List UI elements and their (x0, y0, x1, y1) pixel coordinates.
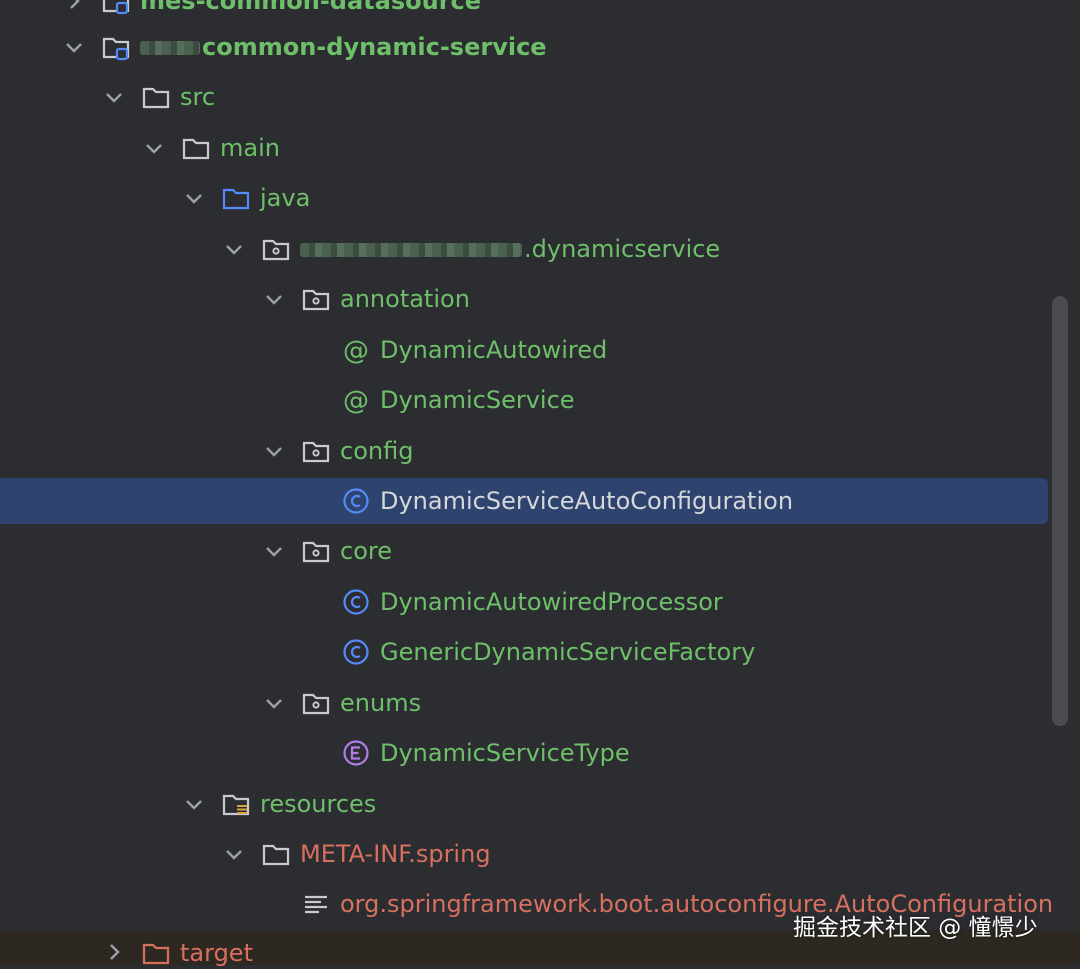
watermark: 掘金技术社区 @ 憧憬少 (793, 915, 1038, 941)
tree-label: main (220, 134, 280, 162)
tree-row-annotation[interactable]: annotation (0, 276, 1048, 322)
chevron-down-icon[interactable] (102, 85, 126, 109)
chevron-down-icon[interactable] (262, 439, 286, 463)
tree-label: annotation (340, 285, 470, 313)
module-folder-icon (102, 0, 130, 15)
chevron-down-icon[interactable] (262, 539, 286, 563)
class-icon (342, 638, 370, 666)
folder-icon (262, 840, 290, 868)
tree-label: DynamicAutowiredProcessor (380, 588, 723, 616)
tree-row-enums[interactable]: enums (0, 680, 1048, 726)
chevron-down-icon[interactable] (222, 237, 246, 261)
text-file-icon (302, 890, 330, 918)
tree-row-dynamic-service[interactable]: @ DynamicService (0, 377, 1048, 423)
chevron-down-icon[interactable] (222, 842, 246, 866)
tree-label: enums (340, 689, 422, 717)
module-folder-icon (102, 33, 130, 61)
package-icon (262, 235, 290, 263)
folder-icon (182, 134, 210, 162)
tree-row-core[interactable]: core (0, 528, 1048, 574)
svg-text:@: @ (343, 336, 369, 364)
tree-row-main[interactable]: main (0, 125, 1048, 171)
tree-row-src[interactable]: src (0, 74, 1048, 120)
tree-row-top-module[interactable]: mes-common-datasource (0, 0, 1048, 24)
chevron-down-icon[interactable] (62, 35, 86, 59)
tree-label: DynamicServiceType (380, 739, 630, 767)
chevron-down-icon[interactable] (262, 691, 286, 715)
annotation-icon: @ (342, 386, 370, 414)
chevron-down-icon[interactable] (182, 792, 206, 816)
package-icon (302, 437, 330, 465)
tree-row-java[interactable]: java (0, 175, 1048, 221)
chevron-right-icon[interactable] (102, 940, 126, 964)
class-icon (342, 487, 370, 515)
tree-row-config[interactable]: config (0, 428, 1048, 474)
tree-row-resources[interactable]: resources (0, 781, 1048, 827)
tree-row-package[interactable]: .dynamicservice (0, 226, 1048, 272)
tree-row-service-type[interactable]: DynamicServiceType (0, 730, 1048, 776)
package-icon (302, 537, 330, 565)
tree-label: target (180, 939, 253, 967)
tree-row-processor[interactable]: DynamicAutowiredProcessor (0, 579, 1048, 625)
tree-label: mes-common-datasource (140, 0, 482, 15)
chevron-down-icon[interactable] (182, 186, 206, 210)
excluded-folder-icon (142, 939, 170, 967)
package-icon (302, 689, 330, 717)
tree-label: .dynamicservice (300, 233, 720, 265)
tree-row-factory[interactable]: GenericDynamicServiceFactory (0, 629, 1048, 675)
svg-text:@: @ (343, 386, 369, 414)
tree-label: DynamicService (380, 386, 575, 414)
tree-label: resources (260, 790, 377, 818)
tree-label: DynamicAutowired (380, 336, 608, 364)
tree-label: DynamicServiceAutoConfiguration (380, 487, 794, 515)
tree-row-dynamic-autowired[interactable]: @ DynamicAutowired (0, 327, 1048, 373)
tree-row-module[interactable]: common-dynamic-service (0, 24, 1048, 70)
redacted-text (300, 243, 522, 257)
redacted-text (140, 41, 200, 55)
folder-icon (142, 83, 170, 111)
annotation-icon: @ (342, 336, 370, 364)
chevron-down-icon[interactable] (262, 287, 286, 311)
project-tree: mes-common-datasource common-dynamic-ser… (0, 0, 1080, 967)
chevron-down-icon[interactable] (142, 136, 166, 160)
source-folder-icon (222, 184, 250, 212)
chevron-right-icon[interactable] (62, 0, 86, 13)
tree-label: java (260, 184, 311, 212)
tree-label: core (340, 537, 392, 565)
vertical-scrollbar[interactable] (1052, 296, 1068, 726)
tree-row-auto-configuration[interactable]: DynamicServiceAutoConfiguration (0, 478, 1048, 524)
tree-label: GenericDynamicServiceFactory (380, 638, 756, 666)
tree-label: src (180, 83, 216, 111)
enum-icon (342, 739, 370, 767)
tree-label: common-dynamic-service (140, 31, 547, 63)
package-suffix: .dynamicservice (524, 235, 721, 263)
resources-folder-icon (222, 790, 250, 818)
package-icon (302, 285, 330, 313)
tree-label: config (340, 437, 414, 465)
module-name: common-dynamic-service (202, 33, 547, 61)
tree-row-meta-inf[interactable]: META-INF.spring (0, 831, 1048, 877)
tree-label: META-INF.spring (300, 840, 491, 868)
class-icon (342, 588, 370, 616)
